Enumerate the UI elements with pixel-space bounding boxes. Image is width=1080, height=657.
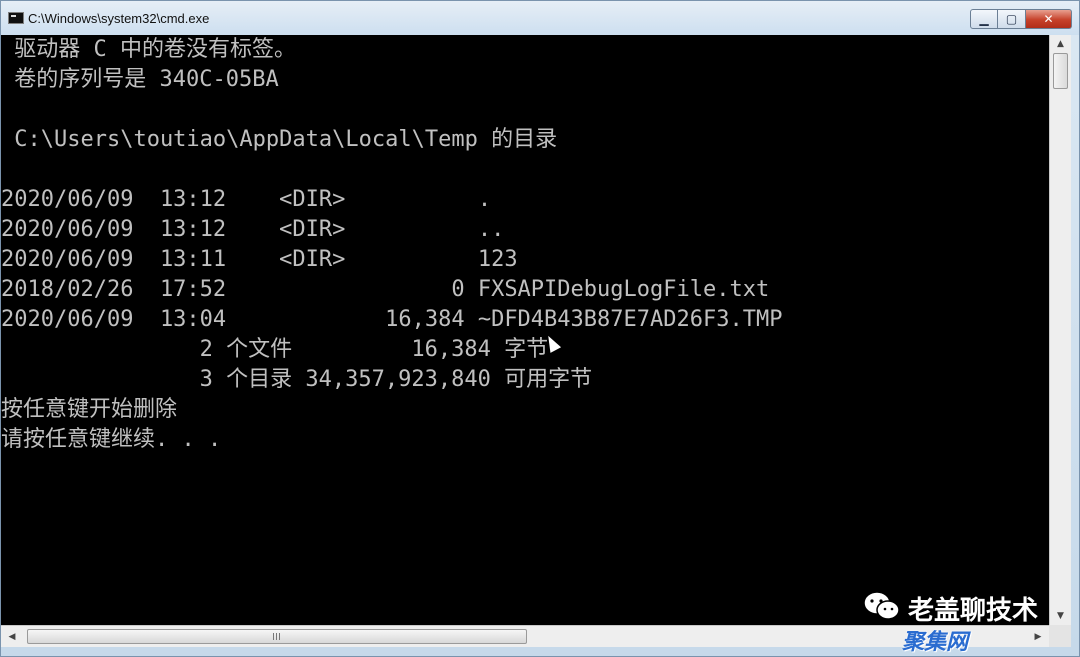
watermark-author: 老盖聊技术 — [908, 596, 1039, 626]
console-line: 2020/06/09 13:11 <DIR> 123 — [1, 247, 518, 272]
scroll-left-icon[interactable]: ◀ — [3, 626, 21, 647]
vertical-scroll-thumb[interactable] — [1053, 53, 1068, 89]
console-icon[interactable] — [8, 12, 24, 24]
vertical-scrollbar[interactable]: ▲ ▼ — [1049, 35, 1071, 625]
console-line: 驱动器 C 中的卷没有标签。 — [1, 37, 296, 62]
watermark-site: 聚集网 — [902, 630, 969, 655]
console-line: 2020/06/09 13:12 <DIR> .. — [1, 217, 505, 242]
window-controls: ▁ ▢ ✕ — [970, 9, 1072, 31]
console-line: 2020/06/09 13:04 16,384 ~DFD4B43B87E7AD2… — [1, 307, 783, 332]
watermark: 老盖聊技术 聚集网 — [862, 590, 1062, 655]
scroll-up-icon[interactable]: ▲ — [1050, 35, 1071, 53]
console-line: C:\Users\toutiao\AppData\Local\Temp 的目录 — [1, 127, 558, 152]
maximize-icon: ▢ — [1005, 12, 1018, 26]
minimize-button[interactable]: ▁ — [970, 9, 998, 29]
console-line: 按任意键开始删除 — [1, 397, 178, 422]
close-button[interactable]: ✕ — [1026, 9, 1072, 29]
console-line: 3 个目录 34,357,923,840 可用字节 — [1, 367, 593, 392]
console-output[interactable]: 驱动器 C 中的卷没有标签。 卷的序列号是 340C-05BA C:\Users… — [1, 35, 1049, 625]
console-line: 2 个文件 16,384 字节 — [1, 337, 549, 362]
console-line: 卷的序列号是 340C-05BA — [1, 67, 279, 92]
console-line: 2020/06/09 13:12 <DIR> . — [1, 187, 492, 212]
cmd-window: C:\Windows\system32\cmd.exe ▁ ▢ ✕ 驱动器 C … — [0, 0, 1080, 657]
grip-icon — [273, 633, 281, 640]
console-line: 2018/02/26 17:52 0 FXSAPIDebugLogFile.tx… — [1, 277, 770, 302]
wechat-icon — [863, 591, 900, 620]
title-bar[interactable]: C:\Windows\system32\cmd.exe ▁ ▢ ✕ — [1, 1, 1079, 35]
close-icon: ✕ — [1043, 12, 1054, 26]
minimize-icon: ▁ — [979, 12, 989, 26]
window-title: C:\Windows\system32\cmd.exe — [28, 11, 210, 26]
console-line: 请按任意键继续. . . — [1, 427, 222, 452]
horizontal-scroll-thumb[interactable] — [27, 629, 527, 644]
maximize-button[interactable]: ▢ — [998, 9, 1026, 29]
